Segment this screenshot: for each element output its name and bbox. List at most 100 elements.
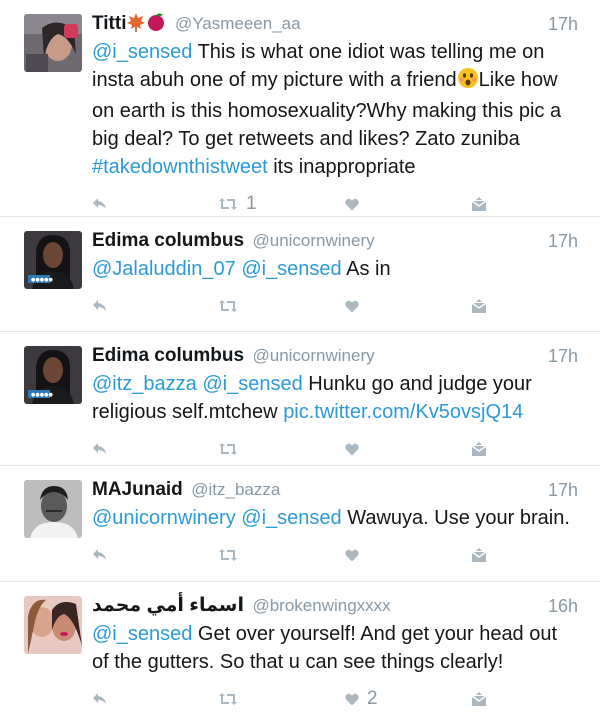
retweet-icon [218,692,238,706]
reply-icon [92,442,108,456]
tweet-item[interactable]: اسماء أمي محمد @brokenwingxxxx 16h @i_se… [0,582,600,723]
author-handle[interactable]: @Yasmeeen_aa [175,14,301,33]
reply-button[interactable] [92,688,108,710]
peach-emoji [146,12,166,42]
like-button[interactable] [345,544,367,566]
retweet-count: 1 [246,193,257,214]
retweet-button[interactable] [218,295,246,317]
retweet-icon [218,548,238,562]
retweet-icon [218,299,238,313]
tweet-item[interactable]: ●●●●● Edima columbus @unicornwinery 17h … [0,332,600,466]
mention-link[interactable]: @i_sensed [241,507,341,529]
retweet-button[interactable] [218,438,246,460]
avatar[interactable]: ●●●●● [24,231,82,289]
direct-message-button[interactable] [471,544,487,566]
tweet-text: @unicornwinery @i_sensed Wawuya. Use you… [92,504,578,532]
author-name[interactable]: Edima columbus [92,345,244,366]
tweet-header: اسماء أمي محمد @brokenwingxxxx 16h [92,592,578,620]
tweet-header: Titti @Yasmeeen_aa 17h [92,10,578,38]
envelope-icon [471,692,487,706]
like-button[interactable] [345,295,367,317]
reply-icon [92,197,108,211]
reply-icon [92,299,108,313]
envelope-icon [471,442,487,456]
avatar[interactable] [24,480,82,538]
tweet-header: MAJunaid @itz_bazza 17h [92,476,578,504]
tweet-text: @i_sensed This is what one idiot was tel… [92,38,578,181]
reply-button[interactable] [92,438,108,460]
tweet-text-segment: Wawuya. Use your brain. [341,507,570,529]
mention-link[interactable]: @i_sensed [241,258,341,280]
retweet-button[interactable]: 1 [218,193,257,215]
heart-icon [345,443,359,456]
author-handle[interactable]: @unicornwinery [252,231,374,250]
tweet-actions [92,532,578,576]
tweet-text: @itz_bazza @i_sensed Hunku go and judge … [92,370,578,426]
author-handle[interactable]: @itz_bazza [191,480,280,499]
mention-link[interactable]: @i_sensed [92,623,192,645]
like-count: 2 [367,688,378,709]
avatar[interactable] [24,14,82,72]
tweet-timestamp[interactable]: 17h [548,10,578,38]
mention-link[interactable]: @Jalaluddin_07 [92,258,236,280]
tweet-actions: 2 [92,676,578,720]
like-button[interactable] [345,438,367,460]
tweet-timestamp[interactable]: 17h [548,342,578,370]
avatar[interactable] [24,596,82,654]
tweet-header: Edima columbus @unicornwinery 17h [92,342,578,370]
tweet-timestamp[interactable]: 16h [548,592,578,620]
tweet-actions [92,283,578,327]
maple-leaf-emoji [126,12,146,42]
tweet-item[interactable]: MAJunaid @itz_bazza 17h @unicornwinery @… [0,466,600,582]
tweet-text: @i_sensed Get over yourself! And get you… [92,620,578,676]
direct-message-button[interactable] [471,295,487,317]
mention-link[interactable]: @itz_bazza [92,373,197,395]
direct-message-button[interactable] [471,193,487,215]
reply-icon [92,548,108,562]
tweet-timestamp[interactable]: 17h [548,476,578,504]
envelope-icon [471,197,487,211]
retweet-icon [218,442,238,456]
mention-link[interactable]: @unicornwinery [92,507,236,529]
picture-link[interactable]: pic.twitter.com/Kv5ovsjQ14 [283,401,523,423]
tweet-item[interactable]: Titti @Yasmeeen_aa 17h @i_sensed This is… [0,0,600,217]
tweet-text-segment: As in [341,258,391,280]
astonished-face-emoji [457,67,479,97]
tweet-text-segment: its inappropriate [267,156,416,178]
mention-link[interactable]: @i_sensed [92,41,192,63]
like-button[interactable] [345,193,367,215]
svg-text:●●●●●: ●●●●● [31,277,53,283]
envelope-icon [471,548,487,562]
hashtag-link[interactable]: #takedownthistweet [92,156,268,178]
mention-link[interactable]: @i_sensed [202,373,302,395]
tweet-actions [92,426,578,470]
avatar[interactable]: ●●●●● [24,346,82,404]
reply-icon [92,692,108,706]
author-handle[interactable]: @unicornwinery [252,346,374,365]
tweet-timeline: Titti @Yasmeeen_aa 17h @i_sensed This is… [0,0,600,723]
heart-icon [345,549,359,562]
retweet-button[interactable] [218,544,246,566]
author-name[interactable]: اسماء أمي محمد [92,595,244,616]
author-name[interactable]: MAJunaid [92,479,183,500]
heart-icon [345,300,359,313]
retweet-button[interactable] [218,688,246,710]
retweet-icon [218,197,238,211]
tweet-header: Edima columbus @unicornwinery 17h [92,227,578,255]
tweet-timestamp[interactable]: 17h [548,227,578,255]
direct-message-button[interactable] [471,688,487,710]
tweet-text: @Jalaluddin_07 @i_sensed As in [92,255,578,283]
envelope-icon [471,299,487,313]
tweet-item[interactable]: ●●●●● Edima columbus @unicornwinery 17h … [0,217,600,332]
reply-button[interactable] [92,544,108,566]
author-name[interactable]: Edima columbus [92,230,244,251]
direct-message-button[interactable] [471,438,487,460]
heart-icon [345,198,359,211]
reply-button[interactable] [92,193,108,215]
heart-icon [345,693,359,706]
reply-button[interactable] [92,295,108,317]
like-button[interactable]: 2 [345,688,378,710]
author-handle[interactable]: @brokenwingxxxx [252,596,390,615]
svg-text:●●●●●: ●●●●● [31,392,53,398]
author-name[interactable]: Titti [92,13,126,34]
